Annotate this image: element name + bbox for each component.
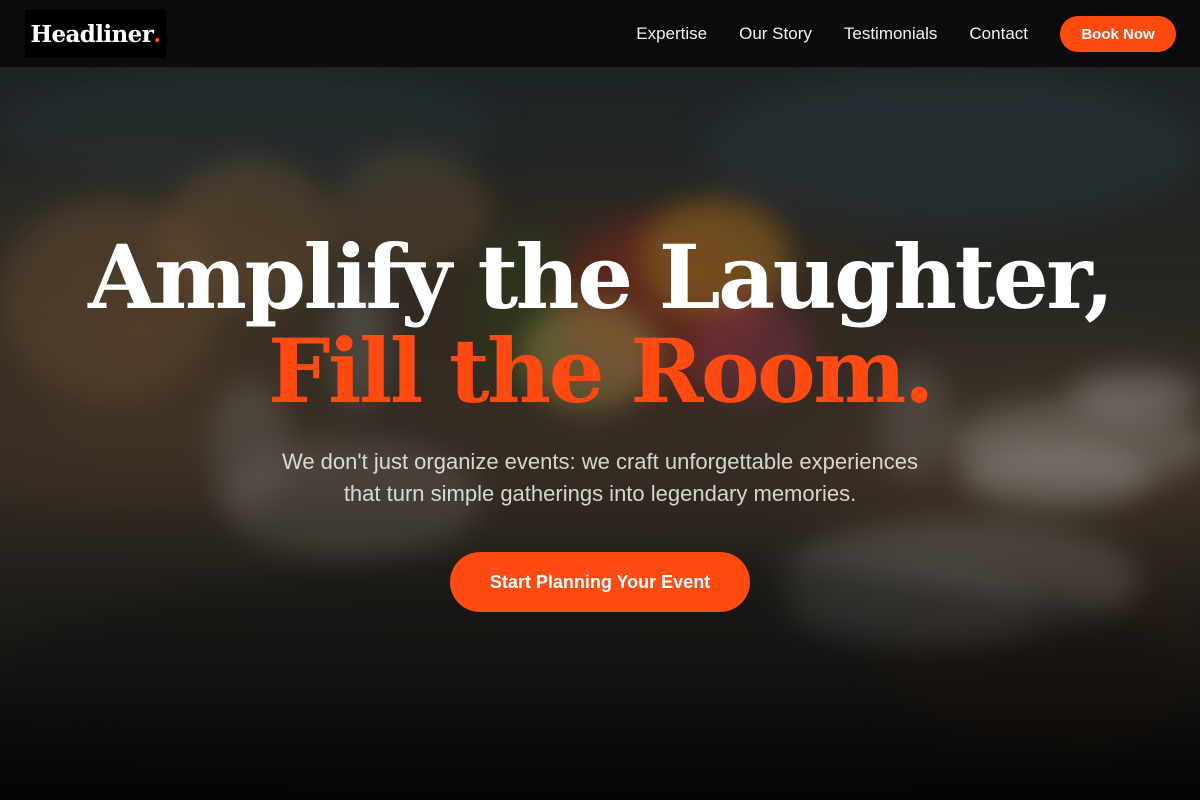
top-navigation-bar: Headliner. Expertise Our Story Testimoni… (0, 0, 1200, 68)
nav-link-testimonials[interactable]: Testimonials (844, 24, 938, 44)
brand-logo-dot: . (153, 20, 161, 48)
nav-links: Expertise Our Story Testimonials Contact (636, 0, 1028, 68)
nav-link-our-story[interactable]: Our Story (739, 24, 812, 44)
book-now-button[interactable]: Book Now (1060, 16, 1176, 52)
nav-link-expertise[interactable]: Expertise (636, 24, 707, 44)
brand-logo[interactable]: Headliner. (25, 10, 166, 58)
hero-headline-line2: Fill the Room. (268, 319, 934, 423)
brand-logo-text: Headliner (30, 20, 154, 48)
start-planning-button[interactable]: Start Planning Your Event (450, 552, 750, 612)
hero-headline: Amplify the Laughter, Fill the Room. (0, 230, 1200, 418)
nav-link-contact[interactable]: Contact (969, 24, 1028, 44)
hero-section: Amplify the Laughter, Fill the Room. We … (0, 230, 1200, 612)
hero-headline-line1: Amplify the Laughter, (88, 225, 1114, 329)
hero-subtext: We don't just organize events: we craft … (281, 449, 919, 506)
landing-page: Headliner. Expertise Our Story Testimoni… (0, 0, 1200, 800)
